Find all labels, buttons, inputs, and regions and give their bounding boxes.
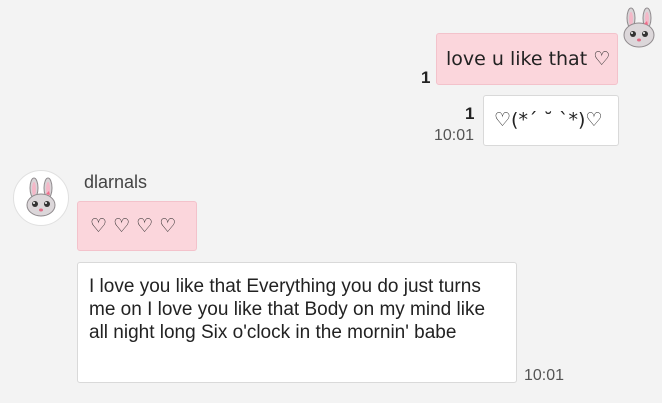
- message-timestamp: 10:01: [524, 367, 565, 384]
- read-count: 1: [465, 104, 475, 123]
- bunny-emoji-icon: [26, 177, 56, 217]
- outgoing-message-bubble[interactable]: love u like that ♡: [436, 33, 618, 85]
- sender-name: dlarnals: [84, 172, 148, 192]
- outgoing-message-bubble[interactable]: ♡(*´ ˘ `*)♡: [483, 95, 619, 146]
- my-avatar[interactable]: [619, 6, 659, 48]
- message-text: ♡ ♡ ♡ ♡: [90, 215, 177, 237]
- message-text: ♡(*´ ˘ `*)♡: [494, 109, 603, 131]
- bunny-emoji-icon: [623, 7, 655, 48]
- message-text: love u like that ♡: [446, 48, 611, 70]
- incoming-message-bubble[interactable]: I love you like that Everything you do j…: [77, 262, 517, 383]
- message-timestamp: 10:01: [434, 127, 475, 144]
- message-text: I love you like that Everything you do j…: [89, 276, 486, 343]
- read-count: 1: [421, 68, 431, 87]
- sender-avatar[interactable]: [13, 170, 69, 226]
- incoming-message-bubble[interactable]: ♡ ♡ ♡ ♡: [77, 201, 197, 251]
